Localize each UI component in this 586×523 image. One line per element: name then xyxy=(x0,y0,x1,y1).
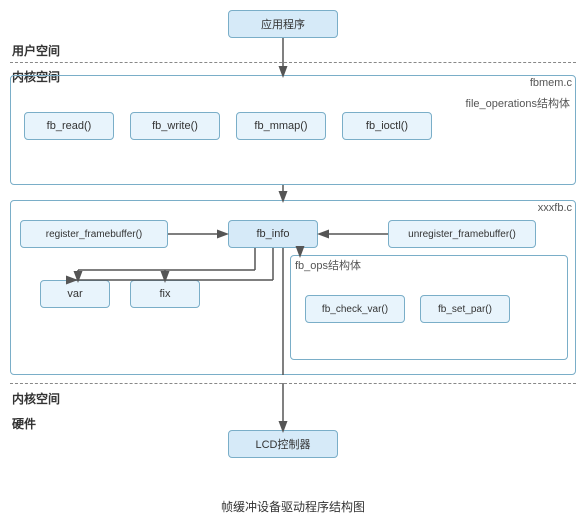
fb-mmap-box: fb_mmap() xyxy=(236,112,326,140)
user-space-label: 用户空间 xyxy=(12,42,60,59)
fbops-label: fb_ops结构体 xyxy=(295,257,361,273)
lcd-box: LCD控制器 xyxy=(228,430,338,458)
fb-set-par-box: fb_set_par() xyxy=(420,295,510,323)
fix-box: fix xyxy=(130,280,200,308)
caption: 帧缓冲设备驱动程序结构图 xyxy=(0,498,586,515)
register-framebuffer-box: register_framebuffer() xyxy=(20,220,168,248)
fb-ioctl-box: fb_ioctl() xyxy=(342,112,432,140)
diagram-container: 用户空间 内核空间 fbmem.c file_operations结构体 xxx… xyxy=(0,0,586,523)
fb-check-var-box: fb_check_var() xyxy=(305,295,405,323)
unregister-framebuffer-box: unregister_framebuffer() xyxy=(388,220,536,248)
dashed-line-top xyxy=(10,62,576,63)
app-box: 应用程序 xyxy=(228,10,338,38)
fb-write-box: fb_write() xyxy=(130,112,220,140)
kernel-space-label-bottom: 内核空间 xyxy=(12,390,60,407)
var-box: var xyxy=(40,280,110,308)
fb-read-box: fb_read() xyxy=(24,112,114,140)
dashed-line-middle xyxy=(10,383,576,384)
hardware-label: 硬件 xyxy=(12,415,36,432)
fb-info-box: fb_info xyxy=(228,220,318,248)
